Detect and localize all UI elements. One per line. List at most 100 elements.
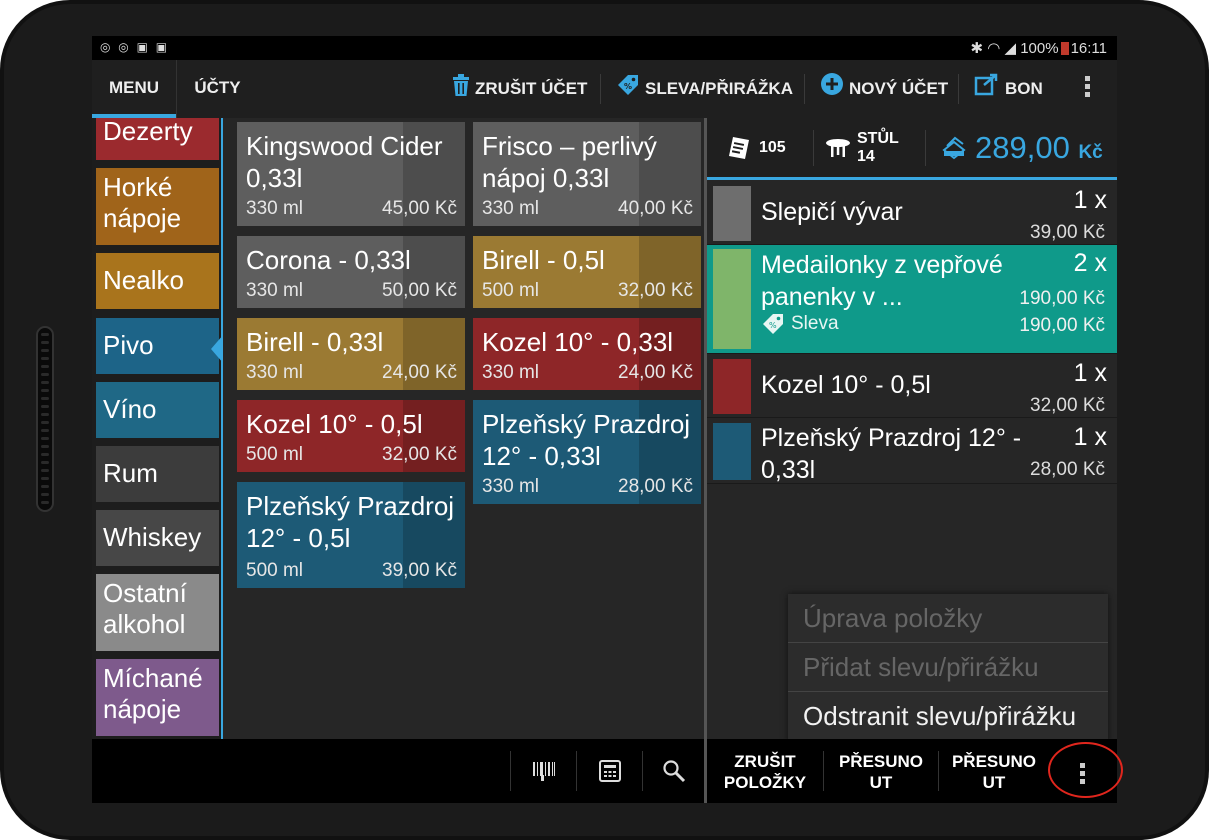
item-color-swatch <box>713 249 751 349</box>
cancel-account-button[interactable]: ZRUŠIT ÚČET <box>452 60 587 118</box>
tab-accounts[interactable]: ÚČTY <box>176 60 258 118</box>
item-color-swatch <box>713 423 751 480</box>
signal-icons: ✱ ◠ ◢ <box>970 40 1017 57</box>
table-label: STŮL <box>857 129 899 147</box>
product-tile[interactable]: Plzeňský Prazdroj 12° - 0,33l 330 ml 28,0… <box>473 400 701 504</box>
product-volume: 330 ml <box>482 476 540 497</box>
svg-text:%: % <box>624 82 632 91</box>
calculator-icon <box>599 760 621 782</box>
menu-item-edit[interactable]: Úprava položky <box>788 594 1108 643</box>
product-price: 45,00 Kč <box>382 198 457 219</box>
receipt-icon <box>729 136 749 159</box>
product-name: Kingswood Cider 0,33l <box>246 131 443 193</box>
menu-item-remove-discount[interactable]: Odstranit slevu/přirážku <box>788 692 1108 741</box>
discount-button[interactable]: % SLEVA/PŘIRÁŽKA <box>616 60 793 118</box>
category-nealko[interactable]: Nealko <box>96 253 219 309</box>
product-tile[interactable]: Birell - 0,5l 500 ml 32,00 Kč <box>473 236 701 308</box>
discount-price: 190,00 Kč <box>1019 315 1105 336</box>
order-line-selected[interactable]: Medailonky z vepřové panenky v ... 2 x 1… <box>707 245 1117 354</box>
trash-icon <box>452 60 470 118</box>
product-price: 24,00 Kč <box>618 362 693 383</box>
category-dezerty[interactable]: Dezerty <box>96 118 219 160</box>
menu-item-add-discount[interactable]: Přidat slevu/přirážku <box>788 643 1108 692</box>
action-bar: MENU ÚČTY ZRUŠIT ÚČET % SLEVA/PŘIRÁŽKA N… <box>92 60 1117 118</box>
receipt-count[interactable]: 105 <box>727 118 786 177</box>
product-price: 32,00 Kč <box>382 444 457 465</box>
product-price: 32,00 Kč <box>618 280 693 301</box>
product-name: Birell - 0,5l <box>482 245 605 275</box>
tag-icon: % <box>616 60 640 118</box>
product-tile[interactable]: Birell - 0,33l 330 ml 24,00 Kč <box>237 318 465 390</box>
status-bar: ◎ ◎ ▣ ▣ ✱ ◠ ◢ 100% 16:11 <box>92 36 1117 60</box>
bon-button[interactable]: BON <box>974 60 1043 118</box>
search-button[interactable] <box>644 739 704 803</box>
product-volume: 330 ml <box>246 198 304 219</box>
order-item-name: Slepičí vývar <box>761 198 903 226</box>
category-vino[interactable]: Víno <box>96 382 219 438</box>
category-label: Whiskey <box>103 522 202 552</box>
move-item-button[interactable]: PŘESUNO UT <box>824 739 938 803</box>
product-name: Kozel 10° - 0,33l <box>482 327 674 357</box>
order-item-price: 28,00 Kč <box>1030 459 1105 480</box>
category-label: Míchané nápoje <box>103 663 203 724</box>
context-menu: Úprava položky Přidat slevu/přirážku Ods… <box>788 594 1108 742</box>
product-name: Plzeňský Prazdroj 12° - 0,5l <box>246 491 455 553</box>
total-amount: 289,00 <box>975 129 1070 165</box>
discount-tag-icon: % <box>763 314 783 334</box>
order-line[interactable]: Kozel 10° - 0,5l 1 x 32,00 Kč <box>707 355 1117 418</box>
category-other-alcohol[interactable]: Ostatní alkohol <box>96 574 219 651</box>
highlight-circle <box>1048 742 1123 798</box>
move-item-button-2[interactable]: PŘESUNO UT <box>939 739 1049 803</box>
category-label: Ostatní alkohol <box>103 578 187 639</box>
calculator-button[interactable] <box>578 739 642 803</box>
barcode-button[interactable] <box>512 739 576 803</box>
category-label: Horké nápoje <box>103 172 182 233</box>
category-label: Víno <box>103 394 157 424</box>
new-account-button[interactable]: NOVÝ ÚČET <box>820 60 948 118</box>
order-item-name: Plzeňský Prazdroj 12° - 0,33l <box>761 424 1022 484</box>
product-volume: 330 ml <box>482 198 540 219</box>
category-whiskey[interactable]: Whiskey <box>96 510 219 566</box>
order-item-price: 32,00 Kč <box>1030 395 1105 416</box>
discount-row: % Sleva <box>761 313 839 335</box>
cancel-account-label: ZRUŠIT ÚČET <box>475 79 588 98</box>
category-rum[interactable]: Rum <box>96 446 219 502</box>
order-line[interactable]: Slepičí vývar 1 x 39,00 Kč <box>707 182 1117 245</box>
product-price: 24,00 Kč <box>382 362 457 383</box>
battery-icon <box>1060 42 1069 55</box>
product-tile[interactable]: Kingswood Cider 0,33l 330 ml 45,00 Kč <box>237 122 465 226</box>
battery-level: 100% <box>1020 40 1059 57</box>
product-tile[interactable]: Frisco – perlivý nápoj 0,33l 330 ml 40,00… <box>473 122 701 226</box>
cancel-items-label-line1: ZRUŠIT <box>734 752 796 771</box>
cancel-items-button[interactable]: ZRUŠIT POLOŽKY <box>707 739 823 803</box>
bottom-toolbar-left <box>92 739 704 803</box>
product-tile[interactable]: Plzeňský Prazdroj 12° - 0,5l 500 ml 39,00… <box>237 482 465 588</box>
cancel-items-label-line2: POLOŽKY <box>723 773 807 792</box>
overflow-menu-icon[interactable] <box>1085 76 1091 100</box>
tab-menu[interactable]: MENU <box>92 60 176 118</box>
category-hot-drinks[interactable]: Horké nápoje <box>96 168 219 245</box>
product-tile[interactable]: Kozel 10° - 0,33l 330 ml 24,00 Kč <box>473 318 701 390</box>
product-name: Kozel 10° - 0,5l <box>246 409 423 439</box>
order-item-name: Medailonky z vepřové panenky v ... <box>761 251 1003 311</box>
table-selector[interactable]: STŮL 14 <box>825 118 899 177</box>
barcode-icon <box>533 762 555 781</box>
category-mixed-drinks[interactable]: Míchané nápoje <box>96 659 219 736</box>
product-tile[interactable]: Kozel 10° - 0,5l 500 ml 32,00 Kč <box>237 400 465 472</box>
cash-icon <box>942 136 966 159</box>
order-item-price: 39,00 Kč <box>1030 222 1105 243</box>
move-item-label-line1: PŘESUNO <box>838 752 924 771</box>
new-account-label: NOVÝ ÚČET <box>849 79 949 98</box>
product-volume: 500 ml <box>482 280 540 301</box>
order-line[interactable]: Plzeňský Prazdroj 12° - 0,33l 1 x 28,00 … <box>707 419 1117 484</box>
order-item-qty: 1 x <box>1073 186 1107 214</box>
receipt-share-icon <box>974 60 1000 118</box>
product-tile[interactable]: Corona - 0,33l 330 ml 50,00 Kč <box>237 236 465 308</box>
move-item-2-label-line1: PŘESUNO <box>951 752 1037 771</box>
product-price: 50,00 Kč <box>382 280 457 301</box>
notification-icons: ◎ ◎ ▣ ▣ <box>100 40 170 54</box>
category-pivo[interactable]: Pivo <box>96 318 219 374</box>
app-screen: ◎ ◎ ▣ ▣ ✱ ◠ ◢ 100% 16:11 MENU ÚČTY ZRUŠIT… <box>92 36 1117 803</box>
product-volume: 330 ml <box>246 280 304 301</box>
product-name: Corona - 0,33l <box>246 245 411 275</box>
